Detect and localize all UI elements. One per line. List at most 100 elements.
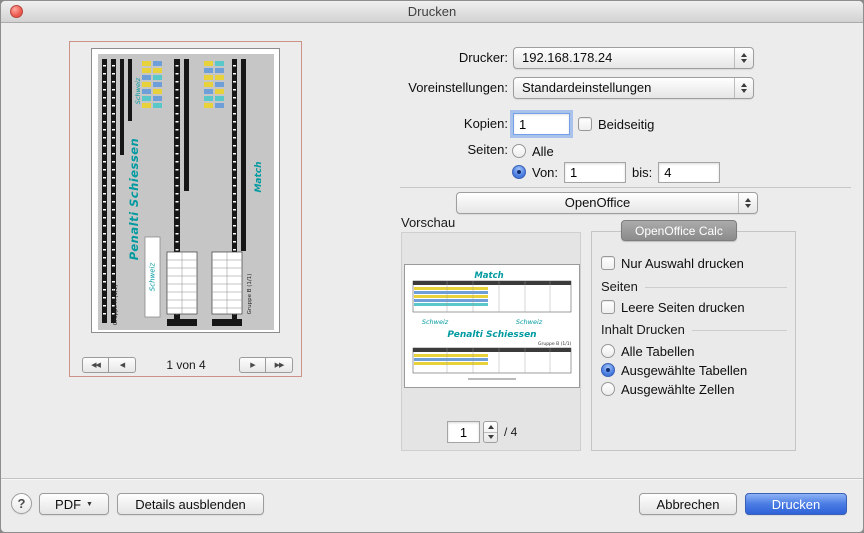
last-page-button[interactable]: ▶▶ xyxy=(266,357,293,373)
app-pane-select[interactable]: OpenOffice xyxy=(456,192,758,214)
mini-team-right-text: Schweiz xyxy=(516,318,543,326)
preview-team-text: Schweiz xyxy=(149,262,157,291)
pages-from-input[interactable] xyxy=(564,162,626,183)
presets-label: Voreinstellungen: xyxy=(301,77,508,99)
window-title: Drucken xyxy=(1,1,863,22)
preview-nav-forward-group: ▶ ▶▶ xyxy=(239,357,293,373)
pages-all-radio-row[interactable]: Alle xyxy=(512,143,554,159)
duplex-label: Beidseitig xyxy=(598,117,654,132)
selected-cells-radio[interactable] xyxy=(601,382,615,396)
print-preview-page: Penalti Schiessen Match Schweiz Schweiz … xyxy=(91,48,280,333)
next-page-icon: ▶ xyxy=(250,361,254,369)
chevron-down-icon: ▼ xyxy=(86,501,93,508)
pages-from-label: Von: xyxy=(532,165,558,180)
cancel-button-label: Abbrechen xyxy=(657,497,720,512)
first-page-button[interactable]: ◀◀ xyxy=(82,357,109,373)
popup-arrows-icon xyxy=(734,48,753,68)
selected-cells-radio-row[interactable]: Ausgewählte Zellen xyxy=(601,381,734,397)
print-empty-pages-label: Leere Seiten drucken xyxy=(621,300,745,315)
hide-details-label: Details ausblenden xyxy=(135,497,246,512)
pages-to-input[interactable] xyxy=(658,162,720,183)
selected-cells-label: Ausgewählte Zellen xyxy=(621,382,734,397)
pages-section: Seiten xyxy=(601,278,787,294)
selected-tables-label: Ausgewählte Tabellen xyxy=(621,363,747,378)
vorschau-preview-image: Match Gruppe A (1/1) Schweiz Schweiz Pen… xyxy=(405,265,579,387)
previous-page-icon: ◀ xyxy=(120,361,124,369)
stepper-down-icon[interactable] xyxy=(484,432,497,443)
pdf-menu-button[interactable]: PDF ▼ xyxy=(39,493,109,515)
help-icon: ? xyxy=(18,496,26,511)
mini-team-left-text: Schweiz xyxy=(422,318,449,326)
presets-select[interactable]: Standardeinstellungen xyxy=(513,77,754,99)
vorschau-preview-page: Match Gruppe A (1/1) Schweiz Schweiz Pen… xyxy=(404,264,580,388)
preview-group-b-text: Gruppe B (1/1) xyxy=(247,274,253,315)
print-dialog: Drucken xyxy=(0,0,864,533)
section-rule xyxy=(645,287,787,288)
vorschau-total-pages: / 4 xyxy=(504,421,517,443)
print-button[interactable]: Drucken xyxy=(745,493,847,515)
stepper-up-icon[interactable] xyxy=(484,422,497,432)
popup-arrows-icon xyxy=(738,193,757,213)
next-page-button[interactable]: ▶ xyxy=(239,357,266,373)
pages-to-label: bis: xyxy=(632,165,652,180)
preview-title-text: Penalti Schiessen xyxy=(127,138,141,260)
last-page-icon: ▶▶ xyxy=(275,361,284,369)
footer-divider xyxy=(1,478,863,479)
print-selection-checkbox[interactable] xyxy=(601,256,615,270)
hide-details-button[interactable]: Details ausblenden xyxy=(117,493,264,515)
all-tables-label: Alle Tabellen xyxy=(621,344,694,359)
popup-arrows-icon xyxy=(734,78,753,98)
printer-select-value: 192.168.178.24 xyxy=(514,48,734,68)
mini-title-text: Penalti Schiessen xyxy=(447,330,536,340)
duplex-checkbox-row[interactable]: Beidseitig xyxy=(578,116,654,132)
pages-range-row: Von: bis: xyxy=(512,160,720,184)
selected-tables-radio-row[interactable]: Ausgewählte Tabellen xyxy=(601,362,747,378)
preview-group-a-text: Gruppe A (1/1) xyxy=(113,285,119,326)
pages-section-label: Seiten xyxy=(601,279,638,294)
copies-label: Kopien: xyxy=(301,113,508,135)
mini-table-top xyxy=(413,281,571,312)
vorschau-page-input[interactable] xyxy=(447,421,480,443)
vorschau-heading: Vorschau xyxy=(401,215,455,230)
close-button[interactable] xyxy=(10,5,23,18)
all-tables-radio[interactable] xyxy=(601,344,615,358)
copies-input[interactable] xyxy=(513,113,570,135)
preview-nav-back-group: ◀◀ ◀ xyxy=(82,357,136,373)
pages-from-radio[interactable] xyxy=(512,165,526,179)
print-empty-pages-checkbox[interactable] xyxy=(601,300,615,314)
vorschau-page-stepper[interactable] xyxy=(483,421,498,443)
previous-page-button[interactable]: ◀ xyxy=(109,357,136,373)
printer-select[interactable]: 192.168.178.24 xyxy=(513,47,754,69)
mini-table-bottom xyxy=(413,348,571,373)
presets-select-value: Standardeinstellungen xyxy=(514,78,734,98)
preview-frame: Penalti Schiessen Match Schweiz Schweiz … xyxy=(69,41,302,377)
first-page-icon: ◀◀ xyxy=(91,361,100,369)
print-preview-thumbnail: Penalti Schiessen Match Schweiz Schweiz … xyxy=(92,49,279,332)
print-selection-checkbox-row[interactable]: Nur Auswahl drucken xyxy=(601,255,744,271)
vorschau-box: Match Gruppe A (1/1) Schweiz Schweiz Pen… xyxy=(401,232,581,451)
selected-tables-radio[interactable] xyxy=(601,363,615,377)
pages-all-radio[interactable] xyxy=(512,144,526,158)
pdf-button-label: PDF xyxy=(55,497,81,512)
content-section: Inhalt Drucken xyxy=(601,321,787,337)
section-divider xyxy=(400,187,851,188)
app-pane-select-value: OpenOffice xyxy=(457,193,738,213)
mini-group-b-text: Gruppe B (1/1) xyxy=(538,341,572,347)
help-button[interactable]: ? xyxy=(11,493,32,514)
calc-options-title: OpenOffice Calc xyxy=(621,220,737,241)
printer-label: Drucker: xyxy=(301,47,508,69)
mini-match-text: Match xyxy=(474,271,503,281)
titlebar: Drucken xyxy=(1,1,863,23)
preview-page-indicator: 1 von 4 xyxy=(136,358,236,372)
all-tables-radio-row[interactable]: Alle Tabellen xyxy=(601,343,694,359)
pages-label: Seiten: xyxy=(301,141,508,159)
print-button-label: Drucken xyxy=(772,497,820,512)
cancel-button[interactable]: Abbrechen xyxy=(639,493,737,515)
preview-team-top-text: Schweiz xyxy=(134,77,142,104)
preview-match-text: Match xyxy=(254,161,264,192)
print-selection-label: Nur Auswahl drucken xyxy=(621,256,744,271)
duplex-checkbox[interactable] xyxy=(578,117,592,131)
print-empty-pages-checkbox-row[interactable]: Leere Seiten drucken xyxy=(601,299,745,315)
section-rule xyxy=(692,330,787,331)
content-section-label: Inhalt Drucken xyxy=(601,322,685,337)
